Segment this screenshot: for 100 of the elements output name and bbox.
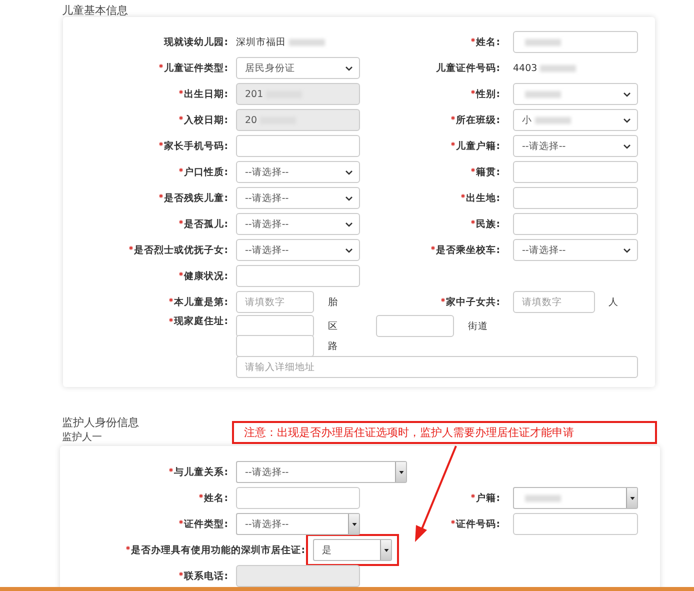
required-icon — [169, 318, 174, 322]
input-field[interactable] — [513, 31, 638, 53]
input-field[interactable] — [236, 265, 360, 287]
field-label: 姓名: — [204, 492, 228, 504]
required-icon — [179, 520, 184, 524]
field-label: 民族: — [476, 218, 500, 230]
subsection-title: 监护人一 — [62, 430, 102, 444]
field-label: 家长手机号码: — [164, 140, 228, 152]
field-label: 儿童证件类型: — [164, 62, 228, 74]
select-field[interactable]: --请选择-- — [236, 213, 360, 235]
chevron-icon — [345, 66, 353, 71]
field-label: 儿童证件号码: — [436, 62, 500, 74]
select-field[interactable]: --请选择-- — [236, 239, 360, 261]
chevron-icon — [345, 196, 353, 201]
required-icon — [159, 142, 164, 146]
field-label: 是否乘坐校车: — [436, 244, 500, 256]
chevron-icon — [623, 118, 631, 123]
field-label: 儿童户籍: — [456, 140, 500, 152]
required-icon — [179, 572, 184, 576]
required-icon — [159, 64, 164, 68]
caret-icon — [398, 470, 404, 474]
field-label: 户口性质: — [184, 166, 228, 178]
field-label: 健康状况: — [184, 270, 228, 282]
unit-label: 路 — [327, 340, 339, 352]
caret-icon — [630, 496, 634, 500]
field-label: 入校日期: — [184, 114, 228, 126]
required-icon — [431, 246, 436, 250]
required-icon — [451, 142, 456, 146]
required-icon — [179, 220, 184, 224]
field-label: 出生日期: — [184, 88, 228, 100]
required-icon — [471, 220, 476, 224]
input-field[interactable] — [513, 187, 638, 209]
chevron-icon — [345, 222, 353, 227]
select-field[interactable]: --请选择-- — [236, 513, 360, 535]
section-title: 儿童基本信息 — [62, 3, 128, 17]
required-icon — [471, 90, 476, 94]
section-title: 监护人身份信息 — [62, 415, 139, 430]
input-field[interactable] — [236, 315, 314, 337]
required-icon — [169, 468, 174, 472]
required-icon — [471, 38, 476, 42]
required-icon — [179, 272, 184, 276]
input-field[interactable] — [513, 513, 638, 535]
required-icon — [179, 116, 184, 120]
input-field[interactable] — [513, 161, 638, 183]
select-field[interactable]: --请选择-- — [236, 461, 407, 483]
chevron-icon — [345, 248, 353, 253]
select-field[interactable]: --请选择-- — [513, 239, 638, 261]
required-icon — [129, 246, 134, 250]
field-label: 本儿童是第: — [174, 296, 228, 308]
field-value: 深圳市福田 — [236, 36, 325, 48]
field-label: 出生地: — [466, 192, 500, 204]
required-icon — [451, 116, 456, 120]
field-label: 现家庭住址: — [174, 315, 228, 328]
select-field[interactable]: 小 — [513, 109, 638, 131]
input-field[interactable] — [236, 335, 314, 357]
unit-label: 胎 — [327, 296, 339, 308]
field-label: 现就读幼儿园: — [164, 36, 228, 48]
required-icon — [471, 494, 476, 498]
select-field[interactable] — [513, 83, 638, 105]
chevron-icon — [623, 248, 631, 253]
field-label: 是否办理具有使用功能的深圳市居住证: — [131, 544, 305, 556]
select-field[interactable]: --请选择-- — [236, 187, 360, 209]
select-field[interactable]: 居民身份证 — [236, 57, 360, 79]
caret-icon — [352, 522, 356, 526]
field-label: 籍贯: — [476, 166, 500, 178]
chevron-icon — [623, 92, 631, 97]
required-icon — [179, 90, 184, 94]
required-icon — [441, 298, 446, 302]
field-label: 所在班级: — [456, 114, 500, 126]
select-field[interactable] — [513, 487, 638, 509]
field-label: 姓名: — [476, 36, 500, 48]
required-icon — [451, 520, 456, 524]
input-field[interactable] — [236, 135, 360, 157]
field-label: 是否烈士或优抚子女: — [134, 244, 228, 256]
required-icon — [199, 494, 204, 498]
field-label: 联系电话: — [184, 570, 228, 582]
field-label: 性别: — [476, 88, 500, 100]
unit-label: 街道 — [467, 320, 489, 332]
unit-label: 人 — [608, 296, 620, 308]
chevron-icon — [623, 144, 631, 149]
field-label: 家中子女共: — [446, 296, 500, 308]
select-field[interactable]: 是 — [313, 539, 392, 561]
required-icon — [169, 298, 174, 302]
unit-label: 区 — [327, 320, 339, 332]
select-field[interactable]: --请选择-- — [236, 161, 360, 183]
chevron-icon — [345, 170, 353, 175]
input-field[interactable] — [236, 487, 360, 509]
select-field[interactable]: --请选择-- — [513, 135, 638, 157]
field-label: 证件号码: — [456, 518, 500, 530]
field-label: 是否残疾儿童: — [164, 192, 228, 204]
input-field[interactable] — [513, 213, 638, 235]
field-label: 证件类型: — [184, 518, 228, 530]
input-field[interactable] — [376, 315, 454, 337]
field-value: 4403 — [513, 62, 576, 74]
required-icon — [159, 194, 164, 198]
caret-icon — [384, 548, 388, 552]
required-icon — [471, 168, 476, 172]
field-label: 户籍: — [476, 492, 500, 504]
required-icon — [126, 546, 130, 550]
field-label: 是否孤儿: — [184, 218, 228, 230]
